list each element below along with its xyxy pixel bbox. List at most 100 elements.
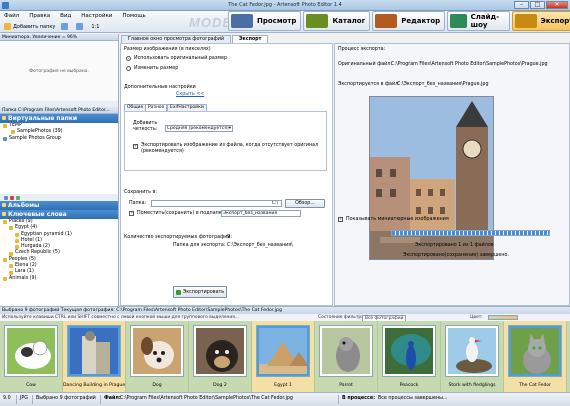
virtual-folders-tree: TEMP SamplePhotos (39) Sample Photos Gro… xyxy=(0,123,118,194)
thumbnail-item[interactable]: Dog xyxy=(126,321,189,392)
parrot-photo xyxy=(322,328,370,374)
thumbnail-image xyxy=(383,326,435,376)
window-controls: – □ ✕ xyxy=(513,1,568,10)
thumbnail-preview-header: Миниатюра. Увеличение = 96% xyxy=(0,34,118,41)
subfolder-checkbox[interactable]: ✓ xyxy=(129,211,134,216)
save-to-title: Сохранить в: xyxy=(124,190,157,195)
rotate-right-button[interactable] xyxy=(76,23,85,30)
export-target-label: Папка для экспорта: xyxy=(173,243,226,248)
status-zoom-value: 9.0 xyxy=(3,396,11,401)
exif-export-label: Экспортировать изображение из файла, ког… xyxy=(141,143,319,154)
status-separator xyxy=(16,395,17,404)
mode-slideshow[interactable]: Слайд-шоу xyxy=(447,11,510,31)
tab-main-view[interactable]: Главное окно просмотра фотографий xyxy=(121,35,231,43)
thumbnail-image xyxy=(131,326,183,376)
close-button[interactable]: ✕ xyxy=(546,1,568,9)
hint-text: Используйте клавиши CTRL или SHIFT совме… xyxy=(2,315,240,320)
tree-item-sample-group[interactable]: Sample Photos Group xyxy=(3,136,118,142)
delete-icon[interactable] xyxy=(10,195,14,200)
thumbnail-caption: Stork with fledglings xyxy=(448,383,496,388)
color-picker[interactable] xyxy=(488,315,518,320)
tag-icon xyxy=(9,251,13,256)
subtab-misc[interactable]: Разное xyxy=(145,104,168,111)
image-size-title: Размер изображения (в пикселях) xyxy=(124,47,211,52)
add-icon[interactable] xyxy=(4,195,8,200)
mode-view[interactable]: Просмотр xyxy=(228,11,302,31)
subtab-general[interactable]: Общие xyxy=(124,104,147,111)
thumbnail-item[interactable]: The Cat Fedor xyxy=(504,321,567,392)
extra-settings-title: Дополнительные настройки xyxy=(124,85,196,90)
export-count-value: 9 xyxy=(227,235,231,240)
add-folder-button[interactable]: Добавить папку xyxy=(4,23,55,30)
thumbnail-item[interactable]: Cow xyxy=(0,321,63,392)
keywords-header[interactable]: Ключевые слова xyxy=(0,210,118,219)
mode-editor[interactable]: Редактор xyxy=(372,11,446,31)
maximize-button[interactable]: □ xyxy=(530,1,545,9)
app-window: The Cat Fedor.jpg - Artensoft Photo Edit… xyxy=(0,0,570,406)
radio-resize[interactable] xyxy=(126,66,131,71)
quality-label: Добавить четкость: xyxy=(133,121,158,132)
minimize-button[interactable]: – xyxy=(514,1,529,9)
chevron-down-icon: ▾ xyxy=(228,126,231,131)
tag-icon xyxy=(9,270,13,275)
menu-settings[interactable]: Настройки xyxy=(81,13,112,19)
mode-export[interactable]: Экспорт xyxy=(511,11,570,31)
status-separator xyxy=(100,395,101,404)
keyword-animals[interactable]: Animals (9) xyxy=(3,276,118,282)
folder-icon xyxy=(11,130,15,135)
menu-view[interactable]: Вид xyxy=(60,13,71,19)
status-file-label: Файл: xyxy=(104,396,121,401)
edit-icon[interactable] xyxy=(16,195,20,200)
subtab-exif[interactable]: ExifНастройки xyxy=(167,104,207,111)
menu-file[interactable]: Файл xyxy=(4,13,19,19)
slideshow-mode-icon xyxy=(450,14,467,28)
zoom-button[interactable]: 1:1 xyxy=(91,24,99,30)
folder-input[interactable]: C:\ xyxy=(151,200,282,207)
thumbnail-item[interactable]: Dog 2 xyxy=(189,321,252,392)
menu-help[interactable]: Помощь xyxy=(122,13,145,19)
selection-info-bar: Выбрано 9 фотографий Текущая фотография:… xyxy=(0,306,570,314)
exported-file-label: Экспортируется в файл: xyxy=(338,82,400,87)
albums-header[interactable]: Альбомы xyxy=(0,201,118,210)
toolbar: Добавить папку 1:1 xyxy=(4,23,105,30)
title-bar: The Cat Fedor.jpg - Artensoft Photo Edit… xyxy=(0,0,570,11)
menu-edit[interactable]: Правка xyxy=(29,13,50,19)
resize-label: Изменить размер xyxy=(134,66,179,71)
thumbnail-item[interactable]: Peacock xyxy=(378,321,441,392)
export-button[interactable]: Экспортировать xyxy=(173,286,227,298)
status-file-value: C:\Program Files\Artensoft Photo Editor\… xyxy=(120,396,293,401)
window-title: The Cat Fedor.jpg - Artensoft Photo Edit… xyxy=(228,2,342,8)
show-thumbnails-checkbox[interactable]: ✓ xyxy=(338,217,343,222)
progress-text: Экспортировано 1 из 1 файлов xyxy=(415,243,494,248)
thumbnail-item[interactable]: Dancing Building in Prague xyxy=(63,321,126,392)
thumbnail-item[interactable]: Parrot xyxy=(315,321,378,392)
status-separator xyxy=(32,395,33,404)
quality-select[interactable]: Средняя (рекомендуется) ▾ xyxy=(165,125,233,132)
thumbnail-caption: Dog 2 xyxy=(213,383,227,388)
virtual-folders-header[interactable]: Виртуальные папки xyxy=(0,114,118,123)
subfolder-input[interactable]: Экспорт_без_названия xyxy=(221,210,301,217)
thumbnail-image xyxy=(509,326,561,376)
hide-link[interactable]: Скрыть << xyxy=(176,92,204,97)
thumbnail-caption: Dancing Building in Prague xyxy=(63,383,126,388)
exported-file-value: C:\Экспорт_без_названия\Prague.jpg xyxy=(397,82,489,87)
tab-export[interactable]: Экспорт xyxy=(231,35,269,43)
folder-header: Папка C:\Program Files\Artensoft Photo E… xyxy=(0,107,118,114)
exif-export-checkbox[interactable]: ✓ xyxy=(133,144,138,149)
export-count-label: Количество экспортируемых фотографий: xyxy=(124,235,233,240)
tag-icon xyxy=(3,257,7,262)
strip-info-row: Используйте клавиши CTRL или SHIFT совме… xyxy=(0,314,570,322)
thumbnail-preview: Фотография не выбрана. xyxy=(0,41,118,101)
thumbnail-image xyxy=(68,326,120,376)
radio-original-size[interactable] xyxy=(126,56,131,61)
thumbnail-strip: Cow Dancing Building in Prague Dog Dog 2… xyxy=(0,321,570,392)
export-icon xyxy=(175,289,181,295)
thumbnail-item[interactable]: Egypt 1 xyxy=(252,321,315,392)
cat-photo xyxy=(511,328,559,374)
export-mode-icon xyxy=(514,14,537,28)
status-format: JPG xyxy=(20,396,29,401)
mode-catalog[interactable]: Каталог xyxy=(303,11,371,31)
rotate-left-button[interactable] xyxy=(61,23,70,30)
browse-button[interactable]: Обзор... xyxy=(285,199,325,208)
thumbnail-item[interactable]: Stork with fledglings xyxy=(441,321,504,392)
